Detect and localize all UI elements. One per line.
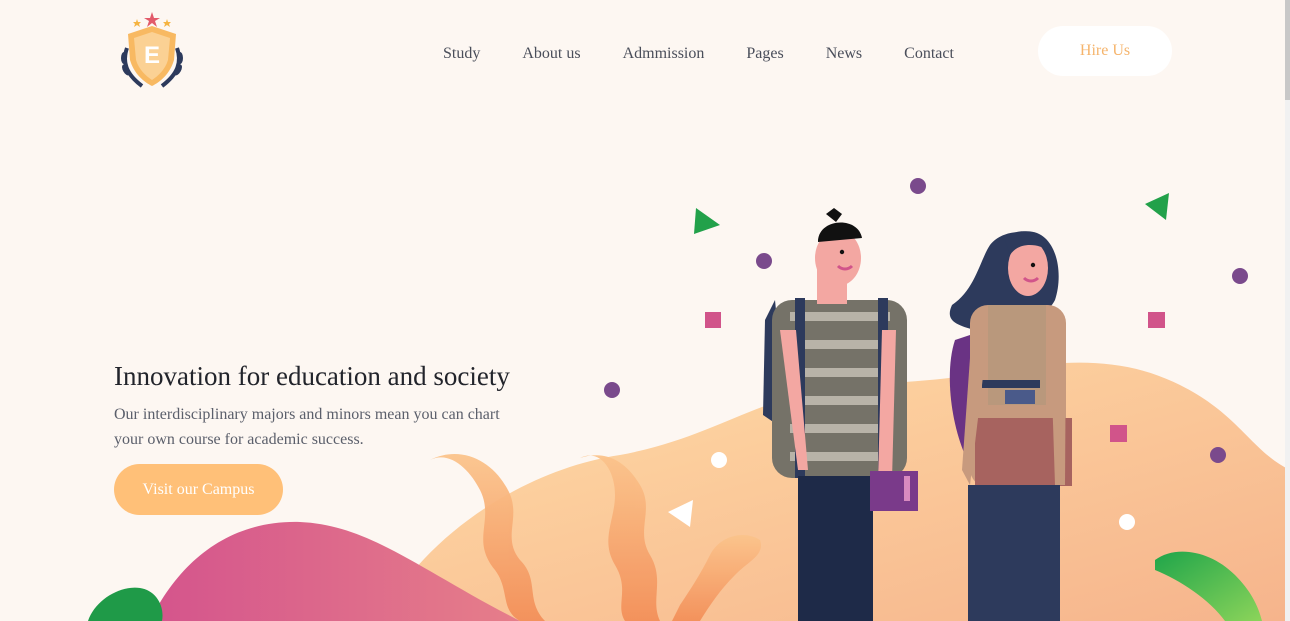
hero-subtitle-line-2: your own course for academic success.	[114, 431, 364, 448]
hero-subtitle-line-1: Our interdisciplinary majors and minors …	[114, 406, 500, 423]
leaf-left	[88, 587, 163, 621]
hire-us-button[interactable]: Hire Us	[1038, 26, 1172, 76]
nav-news[interactable]: News	[826, 45, 862, 63]
hero-title: Innovation for education and society	[114, 361, 510, 391]
hero-section: Innovation for education and society Our…	[114, 360, 574, 452]
logo[interactable]: E	[112, 10, 192, 90]
nav-contact[interactable]: Contact	[904, 45, 954, 63]
hero-subtitle: Our interdisciplinary majors and minors …	[114, 402, 574, 452]
nav-study[interactable]: Study	[443, 45, 480, 63]
visit-campus-button[interactable]: Visit our Campus	[114, 464, 283, 515]
nav-pages[interactable]: Pages	[746, 45, 783, 63]
page-scrollbar[interactable]	[1285, 0, 1290, 621]
scrollbar-thumb[interactable]	[1285, 0, 1290, 100]
nav-about-us[interactable]: About us	[522, 45, 580, 63]
shield-laurel-logo-icon: E	[121, 12, 183, 88]
student-girl	[949, 231, 1072, 621]
logo-letter: E	[144, 42, 160, 69]
nav-admission[interactable]: Admmission	[623, 45, 705, 63]
site-header: E Study About us Admmission Pages News C…	[0, 0, 1290, 110]
main-nav: Study About us Admmission Pages News Con…	[443, 45, 954, 63]
